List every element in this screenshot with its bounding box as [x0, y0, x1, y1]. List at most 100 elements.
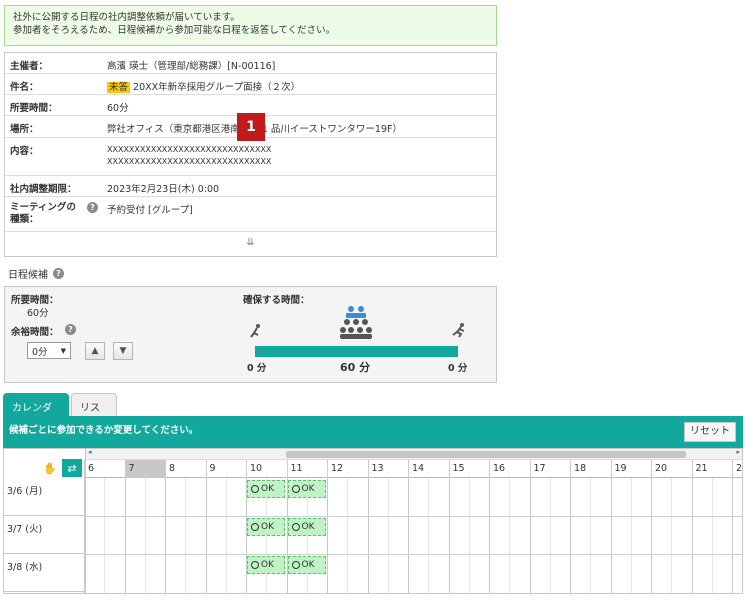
grid-line — [711, 478, 713, 593]
hour-label: 17 — [529, 460, 571, 478]
margin-select[interactable]: 0分 ▼ — [27, 342, 71, 359]
expand-details-button[interactable]: ⇊ — [5, 232, 496, 252]
circle-icon — [291, 523, 300, 531]
hour-label: 15 — [448, 460, 490, 478]
tab-calendar[interactable]: カレンダー — [3, 393, 69, 429]
grid-line — [104, 478, 106, 593]
grid-line — [549, 478, 551, 593]
cand-duration-value: 60分 — [27, 308, 49, 319]
arrow-down-icon: ▼ — [119, 346, 127, 356]
hour-label: 11 — [286, 460, 328, 478]
hour-label: 12 — [327, 460, 368, 478]
grid-line — [408, 478, 409, 593]
ok-label: OK — [301, 560, 315, 570]
grid-line — [84, 478, 85, 593]
margin-label: 余裕時間： — [11, 327, 59, 338]
calendar-grid: ✋ ⇄ 3/6 (月) 3/7 (火) 3/8 (水) ◂ ▸ 6 7 8 9 10 11… — [3, 448, 743, 594]
hour-header: 678910111213141516171819202122 — [84, 460, 742, 478]
ok-label: OK — [261, 484, 274, 494]
grid-line — [225, 478, 227, 593]
move-up-button[interactable]: ▲ — [85, 342, 105, 360]
ok-slot[interactable]: OK — [247, 518, 285, 536]
ok-slot[interactable]: OK — [247, 480, 285, 498]
meeting-type-value: 予約受付 [グループ] — [107, 205, 193, 216]
grid-row-line — [86, 554, 742, 555]
grid-line — [205, 478, 207, 593]
ok-slot[interactable]: OK — [287, 556, 326, 574]
unanswered-badge: 未答 — [107, 82, 131, 93]
ok-slot[interactable]: OK — [287, 480, 326, 498]
content-label: 内容： — [10, 146, 39, 157]
content-value: XXXXXXXXXXXXXXXXXXXXXXXXXXXXXX XXXXXXXXX… — [105, 138, 496, 173]
scrollbar-thumb[interactable] — [286, 451, 686, 458]
hour-label: 7 — [124, 460, 165, 478]
ok-slot[interactable]: OK — [287, 518, 326, 536]
hour-label: 9 — [205, 460, 247, 478]
hour-label: 20 — [651, 460, 692, 478]
content-line-2: XXXXXXXXXXXXXXXXXXXXXXXXXXXXXX — [107, 157, 272, 166]
ok-label: OK — [301, 522, 315, 532]
help-icon[interactable]: ? — [65, 324, 76, 335]
meeting-type-label: ミーティングの 種類： ? — [5, 197, 105, 231]
swap-icon[interactable]: ⇄ — [62, 459, 82, 477]
grid-line — [144, 478, 146, 593]
grid-line — [347, 478, 349, 593]
candidates-title: 日程候補 ? — [8, 266, 64, 281]
grid-line — [651, 478, 652, 593]
runner-leave-icon — [452, 323, 465, 338]
place-value-tail: 1 品川イーストワンタワー19F） — [261, 124, 402, 135]
circle-icon — [291, 561, 300, 569]
ok-slot[interactable]: OK — [247, 556, 285, 574]
ok-label: OK — [301, 484, 315, 494]
runner-arrive-icon — [250, 324, 260, 338]
grid-line — [124, 478, 126, 593]
notice-line-1: 社外に公開する日程の社内調整依頼が届いています。 — [13, 12, 240, 23]
move-down-button[interactable]: ▼ — [113, 342, 133, 360]
grid-line — [509, 478, 511, 593]
marker-1: 1 — [237, 113, 265, 141]
date-row-label: 3/6 (月) — [4, 478, 86, 516]
help-icon[interactable]: ? — [87, 202, 98, 213]
hand-pointer-icon[interactable]: ✋ — [40, 459, 60, 477]
secured-time-bar — [255, 346, 458, 357]
ok-label: OK — [261, 522, 274, 532]
grid-line — [448, 478, 450, 593]
grid-line — [367, 478, 369, 593]
place-value-wrap: 弊社オフィス（東京都港区港南 1 品川イーストワンタワー19F） — [105, 116, 496, 140]
place-value: 弊社オフィス（東京都港区港南 — [107, 124, 240, 135]
grid-line — [327, 478, 328, 593]
circle-icon — [251, 561, 259, 569]
meeting-type-row: ミーティングの 種類： ? 予約受付 [グループ] — [5, 197, 496, 232]
scroll-left-icon[interactable]: ◂ — [88, 449, 92, 456]
grid-line — [185, 478, 187, 593]
grid-line — [630, 478, 632, 593]
grid-line — [691, 478, 693, 593]
pre-buffer-value: 0 分 — [247, 363, 267, 374]
date-column: ✋ ⇄ 3/6 (月) 3/7 (火) 3/8 (水) — [4, 449, 86, 593]
circle-icon — [251, 485, 259, 493]
margin-select-value: 0分 — [32, 346, 48, 358]
toolbar-message: 候補ごとに参加できるか変更してください。 — [9, 425, 199, 436]
scroll-right-icon[interactable]: ▸ — [736, 449, 740, 456]
subject-row: 件名： 未答 20XX年新卒採用グループ面接（２次） — [5, 74, 496, 95]
horizontal-scrollbar[interactable]: ◂ ▸ — [86, 449, 742, 460]
grid-row-line — [86, 516, 742, 517]
hour-label: 10 — [246, 460, 287, 478]
grid-line — [529, 478, 531, 593]
help-icon[interactable]: ? — [53, 268, 64, 279]
chevron-down-icon: ▼ — [60, 346, 66, 355]
hour-label: 14 — [408, 460, 449, 478]
grid-line — [165, 478, 166, 593]
meeting-info-panel: 主催者： 高濱 瑛士（管理部/総務課）[N-00116] 件名： 未答 20XX… — [4, 52, 497, 257]
grid-line — [489, 478, 490, 593]
tab-list[interactable]: リスト — [71, 393, 117, 429]
reset-button[interactable]: リセット — [684, 422, 736, 442]
double-chevron-down-icon: ⇊ — [246, 236, 255, 248]
subject-value: 20XX年新卒採用グループ面接（２次） — [133, 82, 301, 93]
notice-banner: 社外に公開する日程の社内調整依頼が届いています。 参加者をそろえるため、日程候補… — [4, 5, 497, 46]
ok-label: OK — [261, 560, 274, 570]
grid-line — [590, 478, 592, 593]
candidates-panel: 所要時間： 60分 余裕時間： ? 0分 ▼ ▲ ▼ 確保する時間： 0 分 6… — [4, 286, 497, 383]
organizer-row: 主催者： 高濱 瑛士（管理部/総務課）[N-00116] — [5, 53, 496, 74]
secured-time-label: 確保する時間： — [243, 295, 310, 306]
